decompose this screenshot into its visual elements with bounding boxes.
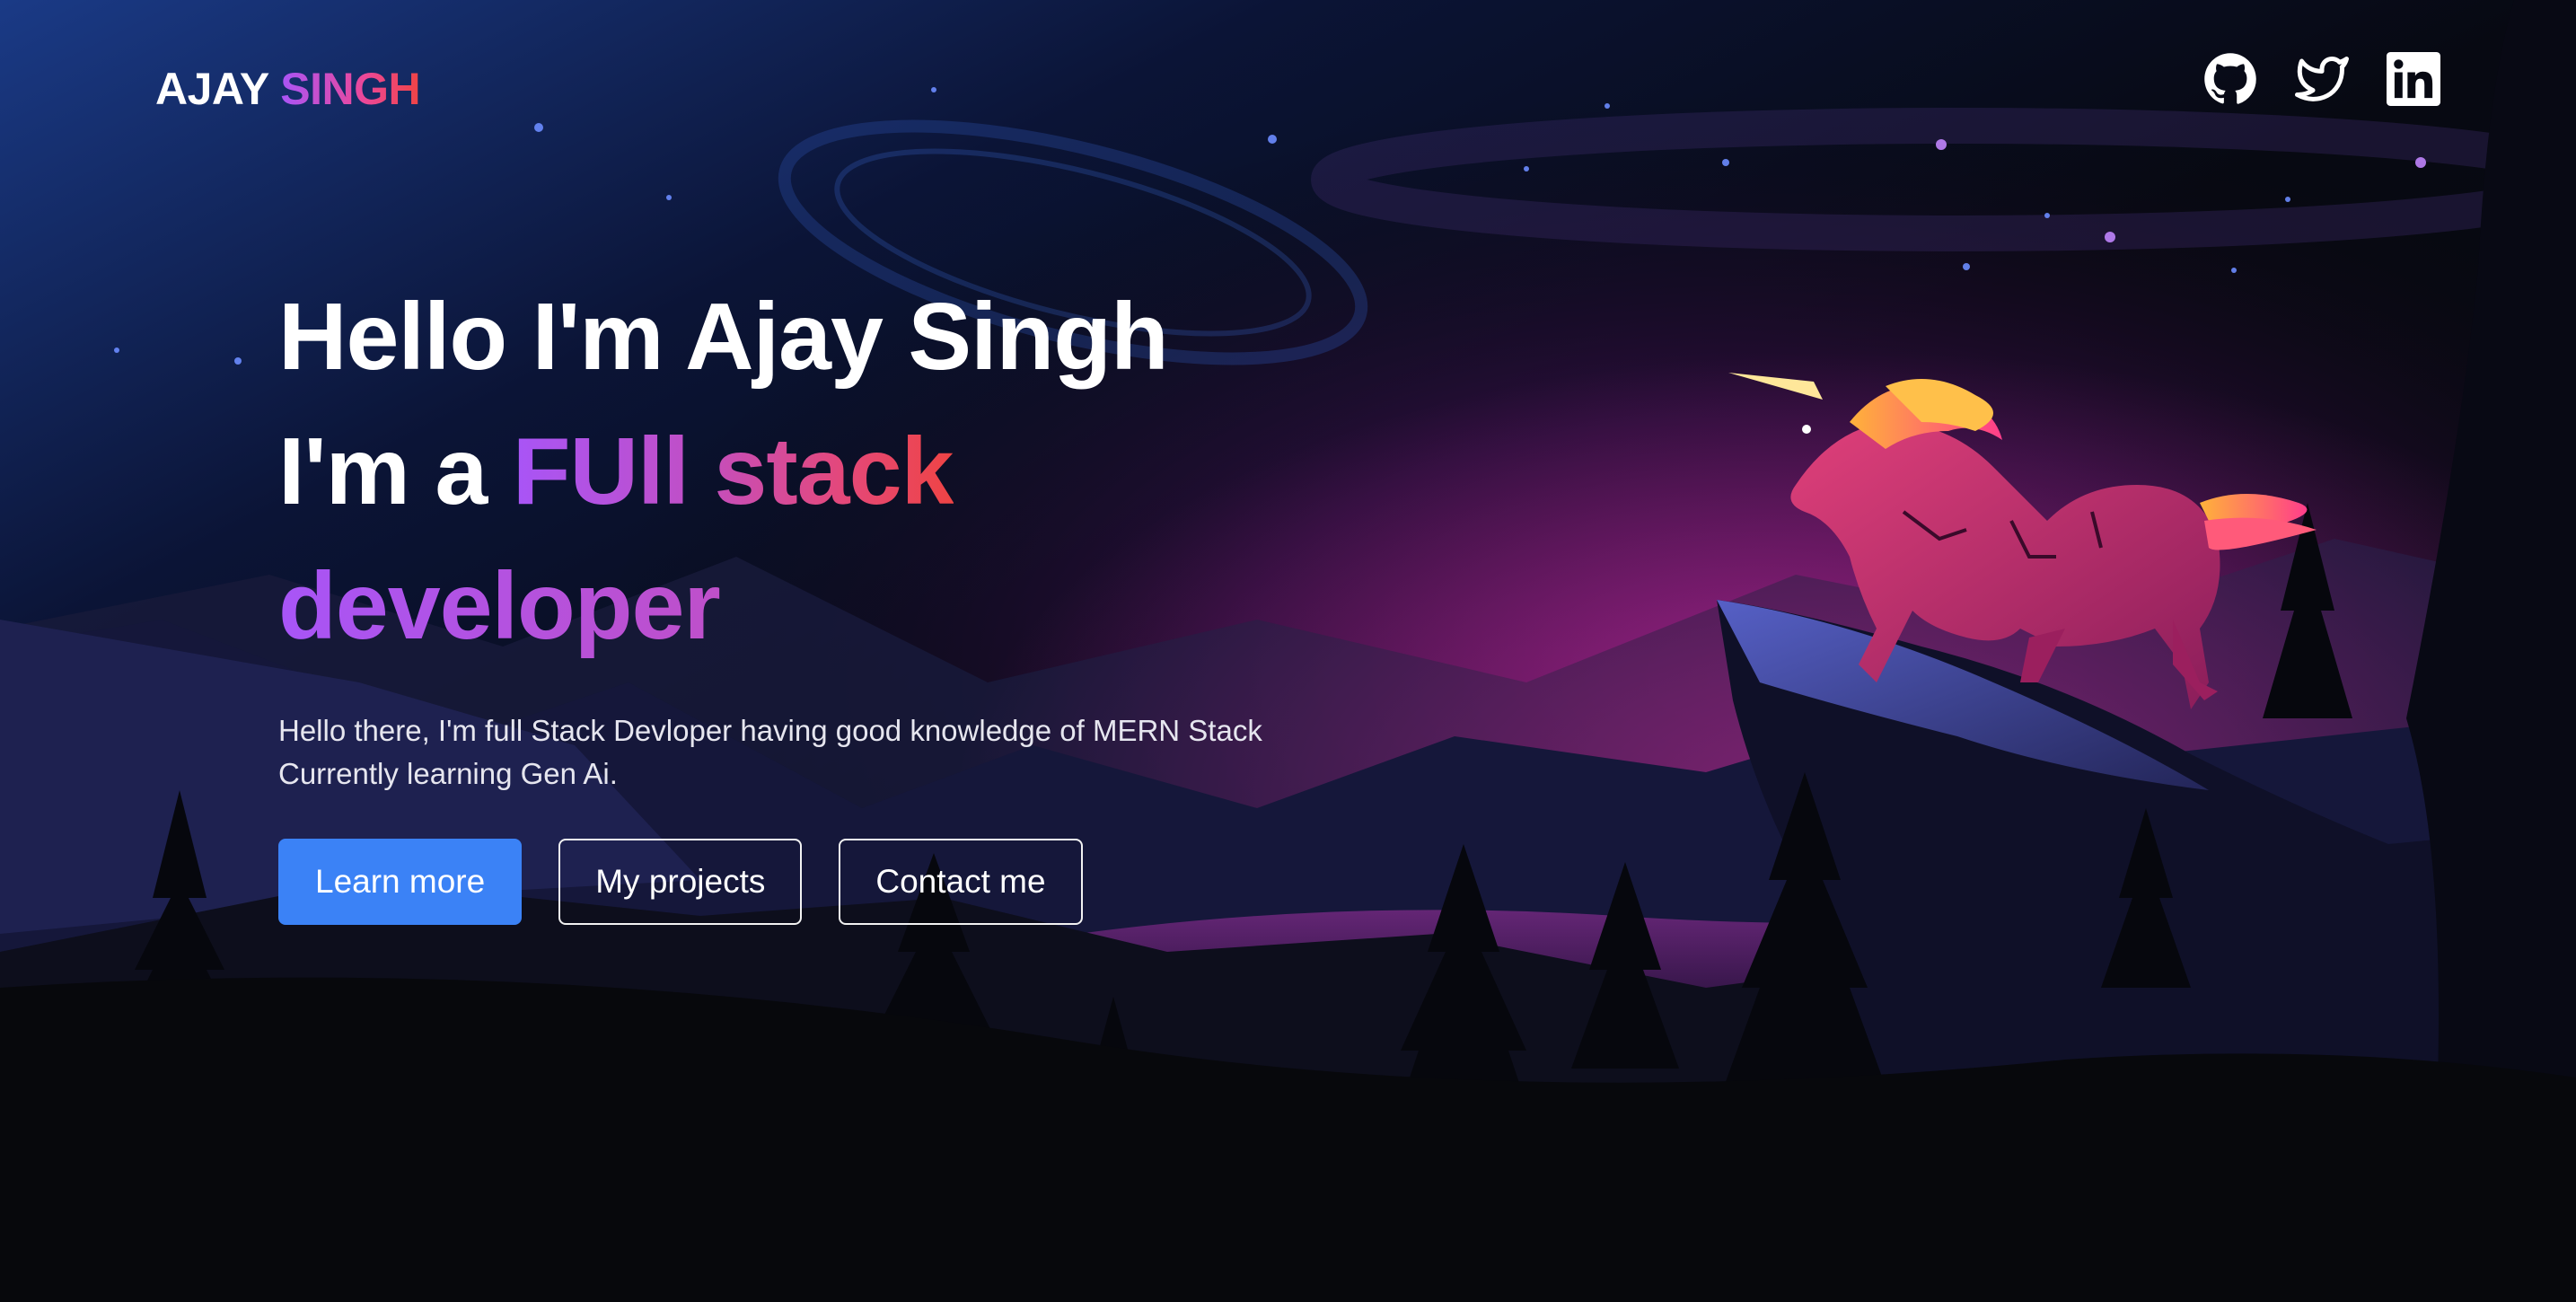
github-link[interactable] (2203, 52, 2257, 106)
hero-section: Hello I'm Ajay Singh I'm a FUll stack de… (278, 269, 1446, 925)
my-projects-button[interactable]: My projects (558, 839, 803, 925)
learn-more-button[interactable]: Learn more (278, 839, 523, 925)
github-icon (2204, 53, 2256, 104)
hero-greeting: Hello I'm Ajay Singh (278, 284, 1169, 390)
brand-last-name: SINGH (280, 64, 421, 114)
hero-intro: Hello there, I'm full Stack Devloper hav… (278, 709, 1446, 796)
hero-heading: Hello I'm Ajay Singh I'm a FUll stack de… (278, 269, 1446, 673)
linkedin-icon (2387, 52, 2440, 106)
twitter-link[interactable] (2295, 52, 2349, 106)
intro-line-2: Currently learning Gen Ai. (278, 757, 618, 790)
hero-role-prefix: I'm a (278, 418, 513, 524)
cta-buttons: Learn more My projects Contact me (278, 839, 1446, 925)
brand-logo[interactable]: AJAY SINGH (155, 63, 421, 115)
brand-first-name: AJAY (155, 64, 268, 114)
hero-role-highlight: FUll stack (512, 418, 954, 524)
hero-role-line: I'm a FUll stack (278, 404, 1446, 539)
hero-role-suffix: developer (278, 539, 1446, 673)
intro-line-1: Hello there, I'm full Stack Devloper hav… (278, 714, 1262, 747)
linkedin-link[interactable] (2387, 52, 2440, 106)
twitter-icon (2295, 57, 2349, 101)
contact-me-button[interactable]: Contact me (839, 839, 1083, 925)
social-links (2203, 52, 2440, 106)
